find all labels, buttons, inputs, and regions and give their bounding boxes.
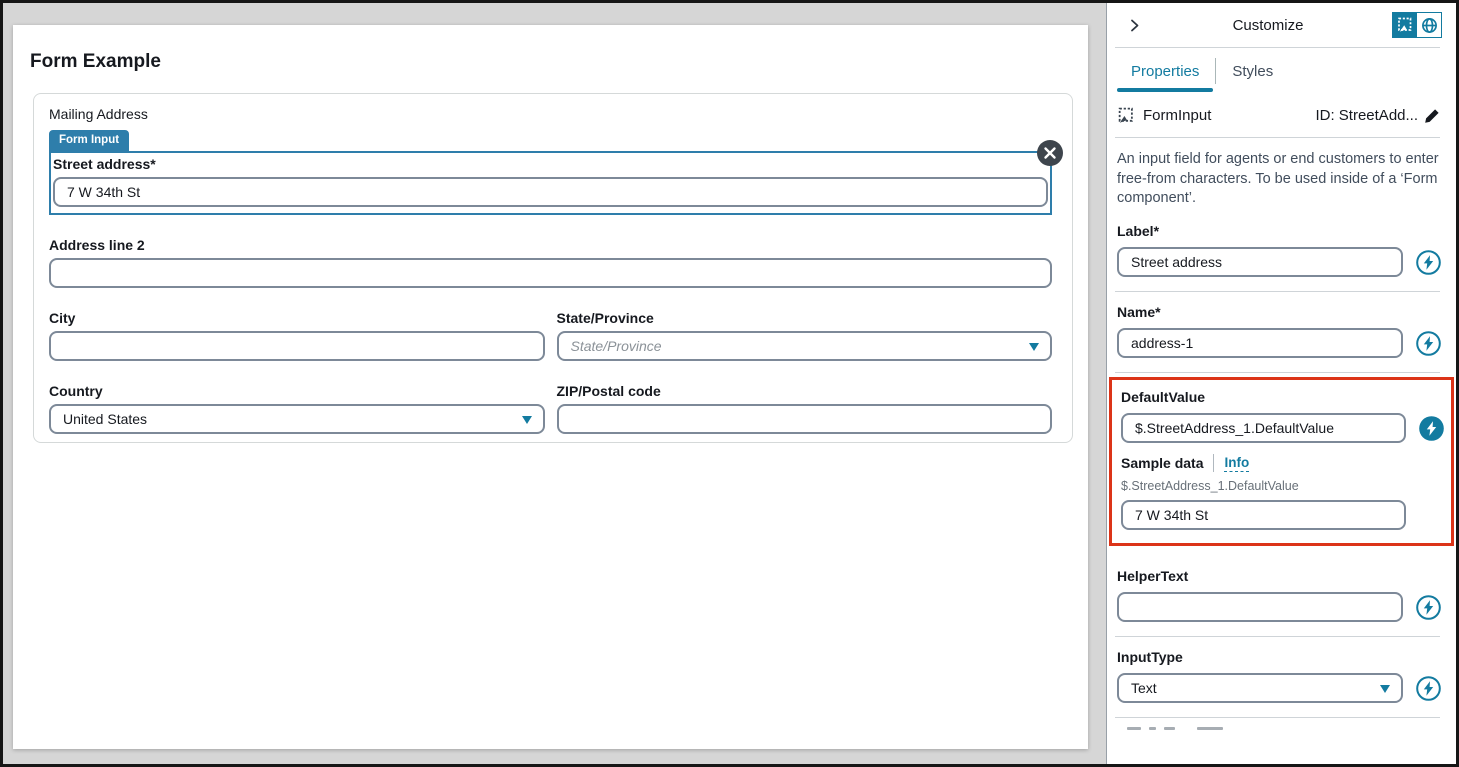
- group-label: Mailing Address: [49, 106, 1052, 122]
- default-value-highlight-box: DefaultValue Sample data Info $.StreetAd…: [1109, 377, 1454, 546]
- zip-input[interactable]: [557, 404, 1053, 434]
- input-type-title: InputType: [1117, 649, 1442, 665]
- selected-component[interactable]: Form Input Street address*: [49, 130, 1052, 215]
- globe-mode-button[interactable]: [1417, 13, 1441, 37]
- street-address-input[interactable]: [53, 177, 1048, 207]
- panel-header: Customize: [1107, 3, 1456, 47]
- state-select[interactable]: State/Province: [557, 331, 1053, 361]
- helper-text-input[interactable]: [1117, 592, 1403, 622]
- lightning-bolt-icon: [1418, 415, 1445, 442]
- divider: [1115, 372, 1440, 373]
- form-canvas: Form Example Mailing Address Form Input …: [13, 25, 1088, 749]
- sample-data-row: Sample data Info: [1121, 454, 1445, 472]
- label-property-section: Label*: [1107, 211, 1456, 291]
- country-selected-value: United States: [63, 411, 147, 427]
- component-identity-row: FormInput ID: StreetAdd...: [1107, 94, 1456, 137]
- page-title: Form Example: [30, 51, 1088, 73]
- name-property-section: Name*: [1107, 292, 1456, 372]
- input-type-select[interactable]: Text: [1117, 673, 1403, 703]
- address2-field: Address line 2: [49, 237, 1052, 288]
- name-property-input[interactable]: [1117, 328, 1403, 358]
- default-value-title: DefaultValue: [1121, 389, 1445, 405]
- address2-input[interactable]: [49, 258, 1052, 288]
- canvas-stage: Form Example Mailing Address Form Input …: [3, 3, 1106, 764]
- country-field: Country United States: [49, 383, 545, 434]
- input-type-dynamic-button[interactable]: [1415, 675, 1442, 702]
- city-input[interactable]: [49, 331, 545, 361]
- state-label: State/Province: [557, 310, 1053, 326]
- lightning-bolt-icon: [1415, 249, 1442, 276]
- state-field: State/Province State/Province: [557, 310, 1053, 361]
- pencil-icon[interactable]: [1424, 108, 1440, 124]
- default-value-input[interactable]: [1121, 413, 1406, 443]
- default-value-dynamic-button[interactable]: [1418, 415, 1445, 442]
- component-name: FormInput: [1143, 107, 1306, 124]
- tab-styles[interactable]: Styles: [1216, 48, 1289, 94]
- street-address-label: Street address*: [53, 156, 1048, 172]
- lightning-bolt-icon: [1415, 594, 1442, 621]
- close-icon: [1043, 146, 1057, 160]
- selection-outline[interactable]: Street address*: [49, 151, 1052, 215]
- label-property-title: Label*: [1117, 223, 1442, 239]
- chevron-down-icon: [522, 416, 532, 424]
- country-zip-row: Country United States ZIP/Postal code: [49, 383, 1052, 434]
- lightning-bolt-icon: [1415, 330, 1442, 357]
- input-type-section: InputType Text: [1107, 637, 1456, 717]
- view-mode-toggle: [1392, 12, 1442, 38]
- state-placeholder: State/Province: [571, 338, 662, 354]
- mailing-address-group[interactable]: Mailing Address Form Input Street addres…: [33, 93, 1073, 443]
- sample-data-path: $.StreetAddress_1.DefaultValue: [1121, 479, 1445, 493]
- component-description: An input field for agents or end custome…: [1107, 138, 1456, 211]
- country-label: Country: [49, 383, 545, 399]
- divider: [1115, 717, 1440, 718]
- chevron-right-icon: [1127, 18, 1142, 33]
- city-state-row: City State/Province State/Province: [49, 310, 1052, 361]
- clipped-next-section-label: [1127, 727, 1456, 733]
- address2-label: Address line 2: [49, 237, 1052, 253]
- vertical-separator: [1213, 454, 1214, 472]
- panel-title: Customize: [1144, 17, 1392, 34]
- helper-text-dynamic-button[interactable]: [1415, 594, 1442, 621]
- chevron-down-icon: [1380, 685, 1390, 693]
- component-id: ID: StreetAdd...: [1315, 107, 1440, 124]
- component-type-badge: Form Input: [49, 130, 129, 151]
- sample-data-label: Sample data: [1121, 455, 1203, 471]
- country-select[interactable]: United States: [49, 404, 545, 434]
- dashed-selection-icon: [1117, 107, 1134, 124]
- input-type-selected-value: Text: [1131, 680, 1157, 696]
- chevron-down-icon: [1029, 343, 1039, 351]
- sample-data-input[interactable]: [1121, 500, 1406, 530]
- collapse-panel-button[interactable]: [1125, 16, 1144, 35]
- info-link[interactable]: Info: [1224, 455, 1249, 472]
- app-window: Form Example Mailing Address Form Input …: [0, 0, 1459, 767]
- customize-panel: Customize Properti: [1106, 3, 1456, 764]
- name-dynamic-button[interactable]: [1415, 330, 1442, 357]
- city-label: City: [49, 310, 545, 326]
- panel-tabs: Properties Styles: [1107, 48, 1456, 94]
- label-property-input[interactable]: [1117, 247, 1403, 277]
- tab-properties[interactable]: Properties: [1115, 48, 1215, 94]
- name-property-title: Name*: [1117, 304, 1442, 320]
- component-id-text: ID: StreetAdd...: [1315, 107, 1418, 124]
- component-select-mode-button[interactable]: [1393, 13, 1417, 37]
- deselect-button[interactable]: [1037, 140, 1063, 166]
- label-dynamic-button[interactable]: [1415, 249, 1442, 276]
- helper-text-section: HelperText: [1107, 550, 1456, 636]
- helper-text-title: HelperText: [1117, 568, 1442, 584]
- city-field: City: [49, 310, 545, 361]
- zip-field: ZIP/Postal code: [557, 383, 1053, 434]
- lightning-bolt-icon: [1415, 675, 1442, 702]
- component-select-icon: [1397, 17, 1413, 33]
- globe-icon: [1421, 17, 1438, 34]
- zip-label: ZIP/Postal code: [557, 383, 1053, 399]
